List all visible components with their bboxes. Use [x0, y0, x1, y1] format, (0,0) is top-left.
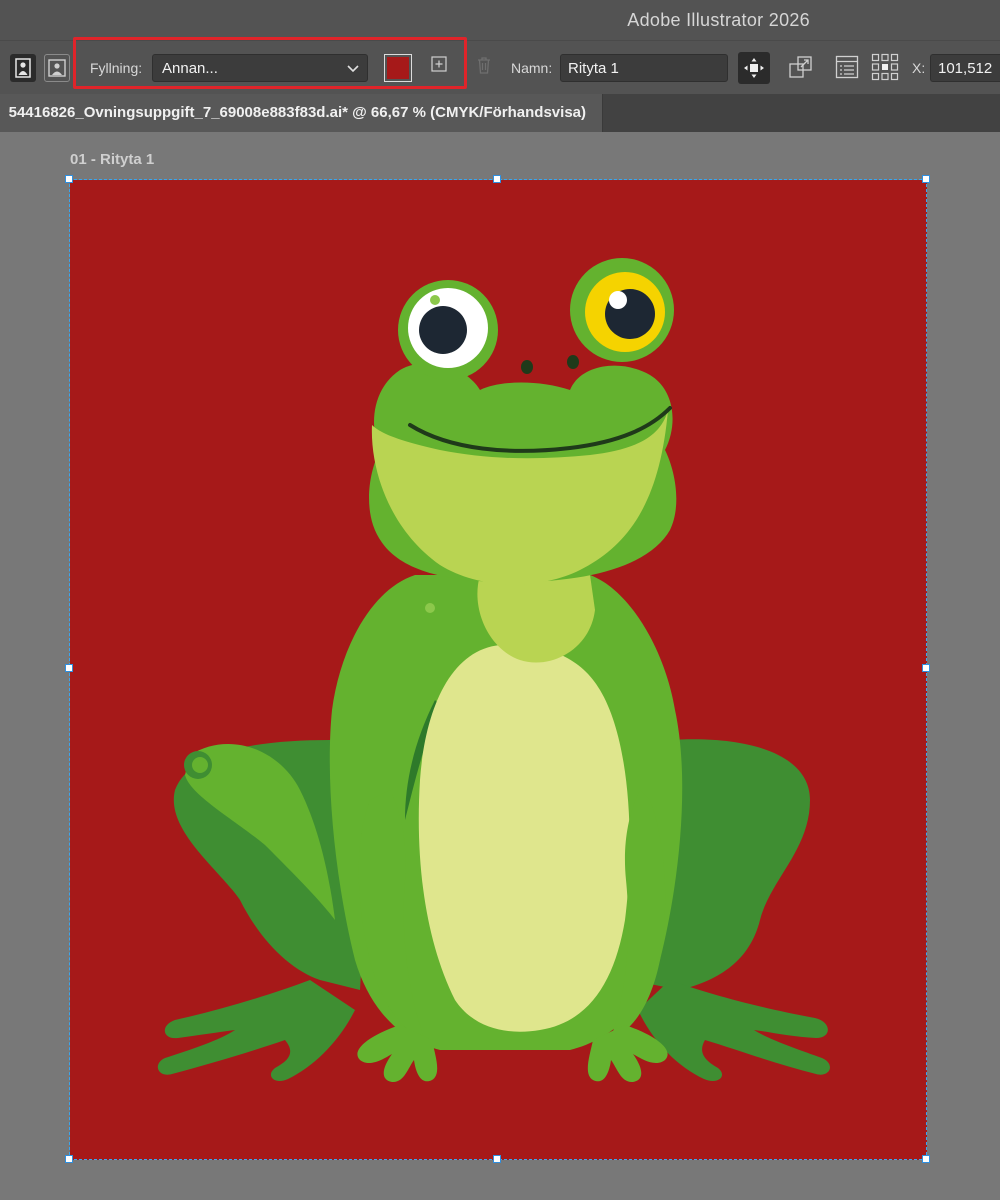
resize-handle-bottom-right[interactable]: [922, 1155, 930, 1163]
resize-handle-top-left[interactable]: [65, 175, 73, 183]
left-back-foot: [157, 980, 355, 1081]
fill-dropdown-value: Annan...: [162, 60, 218, 77]
x-position-value: 101,512: [938, 60, 993, 77]
resize-handle-top[interactable]: [493, 175, 501, 183]
title-bar: Adobe Illustrator 2026: [0, 0, 1000, 40]
app-title: Adobe Illustrator 2026: [627, 10, 810, 30]
right-nostril: [567, 355, 579, 369]
frog-illustration: [157, 258, 830, 1083]
resize-handle-bottom-left[interactable]: [65, 1155, 73, 1163]
new-artboard-button[interactable]: [430, 55, 448, 78]
resize-handle-right[interactable]: [922, 664, 930, 672]
portrait-mode-button[interactable]: [10, 54, 36, 82]
delete-artboard-icon: [478, 57, 490, 74]
fill-color-chip: [387, 57, 409, 79]
artboard-panel-button[interactable]: [835, 55, 859, 84]
move-with-artboard-icon: [744, 58, 764, 78]
artboard-panel-icon: [835, 55, 859, 79]
chevron-down-icon: [347, 65, 359, 73]
frog-belly: [418, 644, 630, 1032]
x-label: X:: [912, 60, 926, 76]
left-nostril: [521, 360, 533, 374]
fill-color-swatch[interactable]: [384, 54, 412, 82]
left-eye-pupil: [419, 306, 467, 354]
portrait-mode-icon: [15, 58, 31, 78]
artboard-options-icon: [789, 56, 812, 78]
fill-dropdown[interactable]: Annan...: [152, 54, 368, 82]
artboard-label: 01 - Rityta 1: [70, 151, 155, 168]
x-position-field[interactable]: 101,512: [930, 54, 1000, 82]
fill-label: Fyllning:: [90, 60, 143, 76]
artboard-name-field[interactable]: Rityta 1: [560, 54, 728, 82]
artboard-name-value: Rityta 1: [568, 60, 619, 77]
resize-handle-top-right[interactable]: [922, 175, 930, 183]
reference-point-icon: [871, 53, 899, 81]
reference-point-button[interactable]: [871, 53, 899, 86]
landscape-mode-icon: [48, 59, 66, 77]
resize-handle-left[interactable]: [65, 664, 73, 672]
name-label: Namn:: [511, 60, 553, 76]
right-back-foot: [638, 980, 830, 1081]
artboard[interactable]: [70, 180, 927, 1160]
document-tab-title: 54416826_Ovningsuppgift_7_69008e883f83d.…: [8, 104, 586, 121]
delete-artboard-button[interactable]: [475, 55, 493, 80]
resize-handle-bottom[interactable]: [493, 1155, 501, 1163]
control-bar: Fyllning: Annan... Namn: Rityta 1 X: 101…: [0, 37, 1000, 95]
document-tab-bar: 54416826_Ovningsuppgift_7_69008e883f83d.…: [0, 94, 1000, 132]
artboard-options-button[interactable]: [788, 54, 814, 85]
landscape-mode-button[interactable]: [44, 54, 70, 82]
move-with-artboard-button[interactable]: [738, 52, 770, 84]
new-artboard-icon: [431, 56, 447, 72]
document-tab[interactable]: 54416826_Ovningsuppgift_7_69008e883f83d.…: [0, 94, 603, 132]
